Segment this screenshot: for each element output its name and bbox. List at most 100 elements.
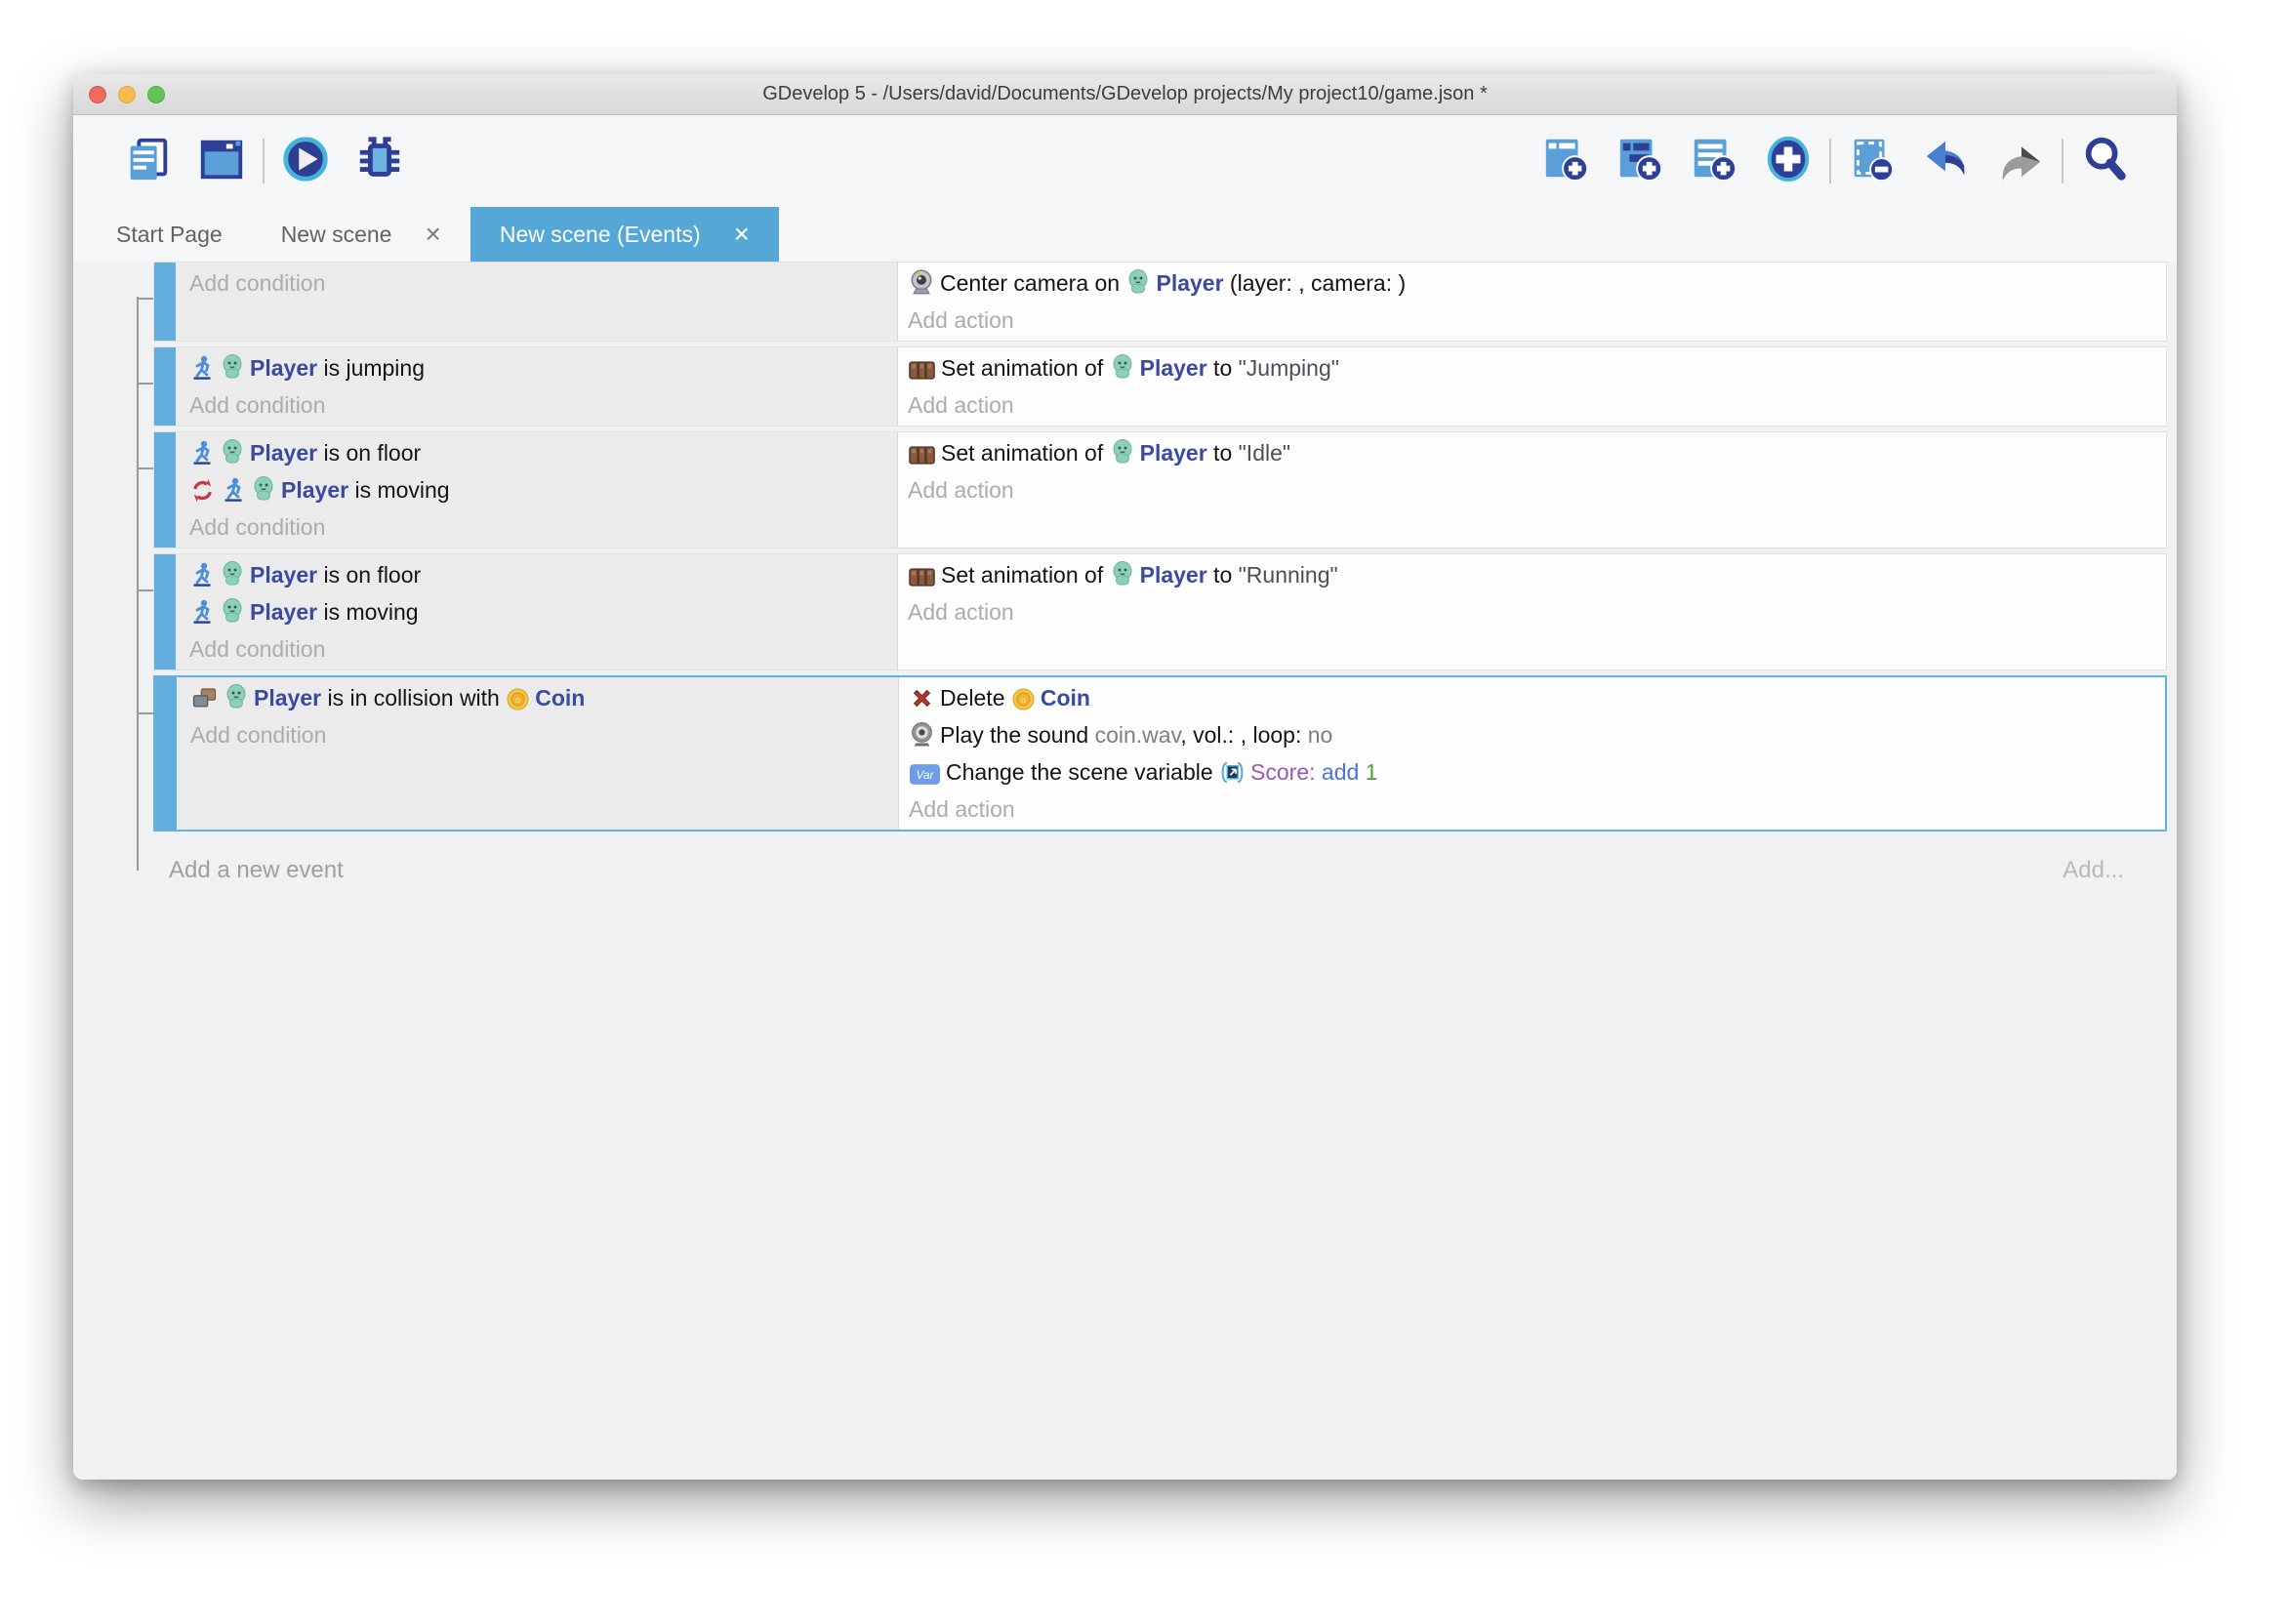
action-line-text: "Running"	[1239, 562, 1338, 588]
player-icon	[252, 475, 275, 503]
undo-button[interactable]	[1919, 134, 1974, 188]
action-line[interactable]: Set animation of Player to "Jumping"	[908, 349, 2156, 386]
svg-text:o: o	[515, 694, 520, 705]
sound-icon	[910, 721, 934, 748]
event-actions[interactable]: Delete oCoinPlay the sound coin.wav, vol…	[899, 677, 2165, 830]
event-selection-bar	[155, 677, 177, 830]
event-row[interactable]: Player is jumpingAdd conditionSet animat…	[153, 346, 2167, 426]
add-new-event-button[interactable]: Add a new event	[169, 857, 344, 884]
condition-line-text: Player	[250, 440, 317, 466]
delete-icon	[910, 686, 934, 710]
tab-new-scene-events[interactable]: New scene (Events) ×	[470, 207, 779, 262]
action-line[interactable]: Set animation of Player to "Idle"	[908, 434, 2156, 471]
event-row[interactable]: Add condition Center camera on Player (la…	[153, 262, 2167, 342]
action-line[interactable]: Center camera on Player (layer: , camera…	[908, 264, 2156, 302]
add-action-button[interactable]: Add action	[909, 791, 2155, 828]
redo-icon	[1995, 134, 2046, 189]
event-conditions[interactable]: Player is jumpingAdd condition	[176, 347, 898, 426]
add-action-button[interactable]: Add action	[908, 593, 2156, 630]
action-line[interactable]: Play the sound coin.wav, vol.: , loop: n…	[909, 716, 2155, 753]
toolbar-separator	[263, 139, 265, 183]
condition-line-text: Player	[250, 562, 317, 588]
action-line-text: "Jumping"	[1239, 355, 1339, 381]
action-line[interactable]: VarChange the scene variable Score: add …	[909, 753, 2155, 791]
action-line-text: Set animation of	[941, 562, 1110, 588]
action-line[interactable]: Set animation of Player to "Running"	[908, 556, 2156, 593]
add-subevent-button[interactable]	[1613, 134, 1667, 188]
action-line[interactable]: Delete oCoin	[909, 679, 2155, 716]
condition-line-text: is in collision with	[321, 685, 506, 710]
platformer-icon	[222, 475, 245, 503]
condition-line-text: Player	[250, 599, 317, 625]
action-line-text: Player	[1140, 440, 1207, 466]
event-actions[interactable]: Set animation of Player to "Running"Add …	[898, 554, 2166, 670]
condition-line[interactable]: Player is jumping	[189, 349, 887, 386]
action-line-text: 1	[1366, 759, 1378, 785]
collision-icon	[191, 686, 218, 710]
title-bar: GDevelop 5 - /Users/david/Documents/GDev…	[73, 74, 2177, 115]
scene-editor-button[interactable]	[194, 134, 249, 188]
event-conditions[interactable]: Add condition	[176, 263, 898, 341]
zoom-window-button[interactable]	[147, 86, 165, 103]
debug-button[interactable]	[352, 134, 407, 188]
close-window-button[interactable]	[89, 86, 106, 103]
event-actions[interactable]: Set animation of Player to "Jumping"Add …	[898, 347, 2166, 426]
close-tab-icon[interactable]: ×	[425, 221, 440, 248]
project-manager-button[interactable]	[120, 134, 175, 188]
play-button[interactable]	[278, 134, 333, 188]
remove-event-button[interactable]	[1845, 134, 1900, 188]
event-conditions[interactable]: Player is in collision with oCoinAdd con…	[177, 677, 899, 830]
add-action-button[interactable]: Add action	[908, 386, 2156, 424]
animation-icon	[909, 567, 935, 588]
condition-line[interactable]: Player is moving	[189, 471, 887, 508]
condition-line-text: Player	[250, 355, 317, 381]
event-selection-bar	[154, 347, 176, 426]
tab-start-page[interactable]: Start Page	[87, 207, 252, 262]
add-condition-button[interactable]: Add condition	[190, 716, 888, 753]
project-manager-icon	[122, 134, 173, 189]
action-line-text: to	[1207, 355, 1239, 381]
tab-label: Start Page	[116, 222, 223, 248]
add-action-button[interactable]: Add action	[908, 471, 2156, 508]
add-condition-button[interactable]: Add condition	[189, 508, 887, 546]
add-event-button[interactable]	[1538, 134, 1593, 188]
platformer-icon	[190, 438, 214, 466]
add-condition-button[interactable]: Add condition	[189, 264, 887, 302]
event-row[interactable]: Player is in collision with oCoinAdd con…	[153, 675, 2167, 832]
debug-icon	[354, 134, 405, 189]
redo-button[interactable]	[1993, 134, 2048, 188]
add-action-button[interactable]: Add action	[908, 302, 2156, 339]
event-row[interactable]: Player is on floorPlayer is movingAdd co…	[153, 431, 2167, 548]
event-actions[interactable]: Set animation of Player to "Idle"Add act…	[898, 432, 2166, 548]
player-icon	[221, 438, 244, 466]
event-conditions[interactable]: Player is on floorPlayer is movingAdd co…	[176, 554, 898, 670]
search-button[interactable]	[2077, 134, 2132, 188]
add-condition-button[interactable]: Add condition	[189, 630, 887, 668]
search-icon	[2079, 134, 2130, 189]
event-row[interactable]: Player is on floorPlayer is movingAdd co…	[153, 553, 2167, 670]
add-condition-button[interactable]: Add condition	[189, 386, 887, 424]
minimize-window-button[interactable]	[118, 86, 136, 103]
event-conditions[interactable]: Player is on floorPlayer is movingAdd co…	[176, 432, 898, 548]
toolbar-separator	[2062, 139, 2063, 183]
add-comment-button[interactable]	[1687, 134, 1741, 188]
player-icon	[221, 353, 244, 381]
close-tab-icon[interactable]: ×	[734, 221, 750, 248]
condition-line[interactable]: Player is on floor	[189, 434, 887, 471]
condition-line-text: is moving	[348, 477, 450, 503]
condition-line[interactable]: Player is in collision with oCoin	[190, 679, 888, 716]
toolbar	[73, 115, 2177, 207]
player-icon	[1111, 438, 1134, 466]
add-new-button[interactable]	[1761, 134, 1816, 188]
action-line-text: Center camera on	[940, 270, 1125, 296]
add-button[interactable]: Add...	[2063, 857, 2124, 884]
event-actions[interactable]: Center camera on Player (layer: , camera…	[898, 263, 2166, 341]
condition-line[interactable]: Player is moving	[189, 593, 887, 630]
condition-line-text: Player	[281, 477, 348, 503]
events-sheet[interactable]: Add condition Center camera on Player (la…	[73, 262, 2177, 1480]
coin-icon: o	[1012, 688, 1035, 710]
condition-line[interactable]: Player is on floor	[189, 556, 887, 593]
action-line-text: to	[1207, 562, 1239, 588]
tab-new-scene[interactable]: New scene ×	[252, 207, 470, 262]
action-line-text: Set animation of	[941, 355, 1110, 381]
